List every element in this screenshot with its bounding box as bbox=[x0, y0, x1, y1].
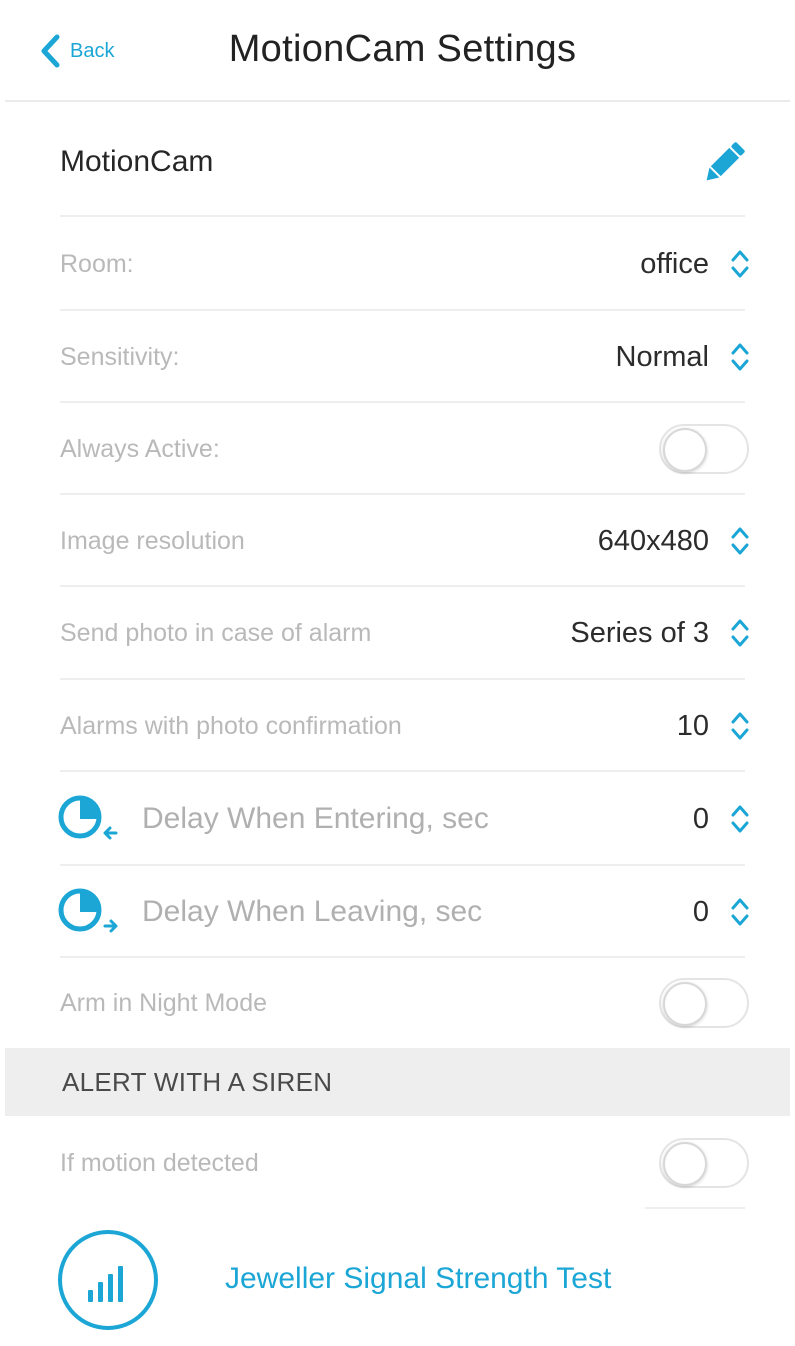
toggle-knob bbox=[663, 428, 707, 472]
motion-detected-toggle[interactable] bbox=[659, 1138, 749, 1188]
page-title: MotionCam Settings bbox=[228, 28, 577, 70]
chevron-up-down-icon[interactable] bbox=[729, 339, 751, 375]
sensitivity-label: Sensitivity: bbox=[60, 342, 180, 371]
divider bbox=[645, 1207, 745, 1209]
signal-test-label[interactable]: Jeweller Signal Strength Test bbox=[225, 1262, 611, 1296]
chevron-up-down-icon[interactable] bbox=[729, 615, 751, 651]
always-active-row: Always Active: bbox=[0, 403, 795, 495]
chevron-up-down-icon[interactable] bbox=[729, 246, 751, 282]
toggle-knob bbox=[663, 982, 707, 1026]
motion-detected-row: If motion detected bbox=[0, 1118, 795, 1208]
room-value: office bbox=[640, 247, 709, 280]
send-photo-value: Series of 3 bbox=[570, 616, 709, 649]
chevron-up-down-icon[interactable] bbox=[729, 894, 751, 930]
toggle-knob bbox=[663, 1142, 707, 1186]
device-name-row: MotionCam bbox=[0, 112, 795, 212]
delay-entering-value: 0 bbox=[692, 802, 709, 835]
signal-bars-icon bbox=[88, 1266, 123, 1302]
clock-arrow-in-icon bbox=[58, 795, 118, 840]
image-resolution-value: 640x480 bbox=[597, 524, 709, 557]
delay-leaving-label: Delay When Leaving, sec bbox=[142, 895, 483, 928]
delay-entering-row[interactable]: Delay When Entering, sec 0 bbox=[0, 772, 795, 866]
sensitivity-value: Normal bbox=[615, 340, 709, 373]
sensitivity-row[interactable]: Sensitivity: Normal bbox=[0, 311, 795, 403]
chevron-up-down-icon[interactable] bbox=[729, 801, 751, 837]
delay-leaving-value: 0 bbox=[692, 895, 709, 928]
delay-leaving-row[interactable]: Delay When Leaving, sec 0 bbox=[0, 866, 795, 958]
night-mode-label: Arm in Night Mode bbox=[60, 988, 268, 1017]
room-row[interactable]: Room: office bbox=[0, 218, 795, 310]
section-header-siren: ALERT WITH A SIREN bbox=[5, 1048, 790, 1116]
pencil-icon[interactable] bbox=[701, 138, 749, 186]
send-photo-row[interactable]: Send photo in case of alarm Series of 3 bbox=[0, 587, 795, 679]
header: Back MotionCam Settings bbox=[0, 0, 795, 102]
chevron-up-down-icon[interactable] bbox=[729, 523, 751, 559]
alarms-photo-value: 10 bbox=[676, 709, 709, 742]
alarms-photo-label: Alarms with photo confirmation bbox=[60, 711, 402, 740]
header-divider bbox=[5, 100, 790, 102]
send-photo-label: Send photo in case of alarm bbox=[60, 618, 372, 647]
night-mode-toggle[interactable] bbox=[659, 978, 749, 1028]
signal-test-button[interactable] bbox=[58, 1230, 158, 1330]
section-title: ALERT WITH A SIREN bbox=[62, 1066, 333, 1097]
alarms-photo-row[interactable]: Alarms with photo confirmation 10 bbox=[0, 680, 795, 772]
always-active-toggle[interactable] bbox=[659, 424, 749, 474]
room-label: Room: bbox=[60, 249, 134, 278]
image-resolution-label: Image resolution bbox=[60, 526, 245, 555]
delay-entering-label: Delay When Entering, sec bbox=[142, 802, 489, 835]
divider bbox=[60, 215, 745, 217]
night-mode-row: Arm in Night Mode bbox=[0, 958, 795, 1048]
always-active-label: Always Active: bbox=[60, 434, 220, 463]
clock-arrow-out-icon bbox=[58, 888, 118, 933]
motion-detected-label: If motion detected bbox=[60, 1148, 259, 1177]
image-resolution-row[interactable]: Image resolution 640x480 bbox=[0, 495, 795, 587]
chevron-up-down-icon[interactable] bbox=[729, 708, 751, 744]
device-name: MotionCam bbox=[60, 145, 214, 178]
